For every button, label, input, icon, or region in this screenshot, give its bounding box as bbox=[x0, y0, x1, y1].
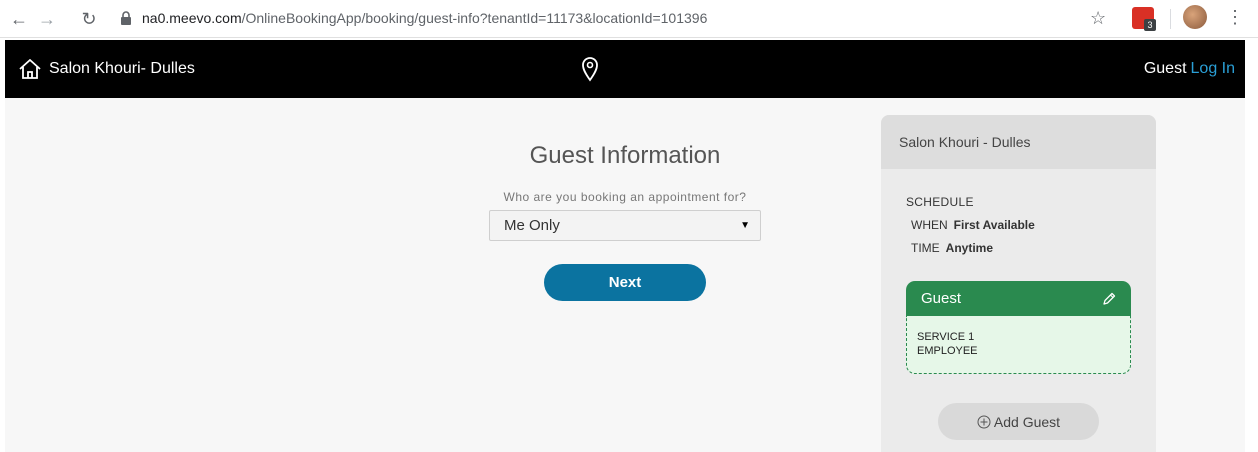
salon-title: Salon Khouri- Dulles bbox=[49, 60, 195, 77]
app-header: Salon Khouri- Dulles Guest Log In bbox=[5, 40, 1245, 98]
dropdown-arrow-icon: ▼ bbox=[740, 220, 750, 231]
time-value: Anytime bbox=[945, 241, 994, 255]
guest-card: Guest SERVICE 1 EMPLOYEE bbox=[906, 281, 1131, 378]
user-area: Guest Log In bbox=[1144, 60, 1235, 78]
booking-summary: Salon Khouri - Dulles SCHEDULE WHEN First… bbox=[881, 115, 1156, 452]
login-link[interactable]: Log In bbox=[1191, 60, 1235, 77]
bookmark-star-icon[interactable]: ☆ bbox=[1090, 8, 1106, 29]
main-content: Guest Information Who are you booking an… bbox=[5, 98, 1245, 452]
reload-icon[interactable]: ↻ bbox=[76, 6, 102, 32]
url-path: /OnlineBookingApp/booking/guest-info?ten… bbox=[241, 10, 708, 26]
back-arrow-icon[interactable]: ← bbox=[6, 6, 32, 32]
when-row: WHEN First Available bbox=[911, 218, 1035, 232]
extension-badge: 3 bbox=[1144, 19, 1156, 31]
home-link[interactable]: Salon Khouri- Dulles bbox=[17, 56, 195, 82]
when-value: First Available bbox=[953, 218, 1035, 232]
booking-for-label: Who are you booking an appointment for? bbox=[503, 190, 747, 204]
menu-kebab-icon[interactable]: ⋮ bbox=[1226, 7, 1244, 28]
service-label: SERVICE 1 bbox=[917, 331, 975, 343]
schedule-title: SCHEDULE bbox=[906, 195, 974, 209]
time-row: TIME Anytime bbox=[911, 241, 993, 255]
next-button[interactable]: Next bbox=[544, 264, 706, 301]
add-guest-label: Add Guest bbox=[993, 413, 1061, 430]
guest-card-header: Guest bbox=[906, 281, 1131, 316]
add-guest-button[interactable]: Add Guest bbox=[938, 403, 1099, 440]
location-pin-icon[interactable] bbox=[581, 56, 599, 82]
lock-icon bbox=[121, 11, 131, 25]
forward-arrow-icon[interactable]: → bbox=[34, 6, 60, 32]
toolbar-divider bbox=[1170, 9, 1171, 29]
employee-label: EMPLOYEE bbox=[917, 345, 978, 357]
home-icon bbox=[19, 59, 41, 79]
pencil-icon[interactable] bbox=[1102, 292, 1116, 306]
guest-card-body[interactable]: SERVICE 1 EMPLOYEE bbox=[906, 316, 1131, 374]
guest-card-title: Guest bbox=[921, 290, 962, 307]
address-bar[interactable]: na0.meevo.com/OnlineBookingApp/booking/g… bbox=[116, 4, 1116, 32]
browser-toolbar: ← → ↻ na0.meevo.com/OnlineBookingApp/boo… bbox=[0, 0, 1258, 38]
profile-avatar[interactable] bbox=[1183, 5, 1207, 29]
plus-circle-icon bbox=[977, 415, 991, 428]
booking-for-select[interactable]: Me Only ▼ bbox=[489, 210, 761, 241]
url-host: na0.meevo.com bbox=[142, 10, 242, 26]
guest-user-label: Guest bbox=[1143, 60, 1187, 77]
summary-salon-name: Salon Khouri - Dulles bbox=[881, 115, 1156, 169]
selected-option: Me Only bbox=[504, 217, 560, 234]
when-label: WHEN bbox=[911, 218, 948, 232]
time-label: TIME bbox=[911, 241, 940, 255]
